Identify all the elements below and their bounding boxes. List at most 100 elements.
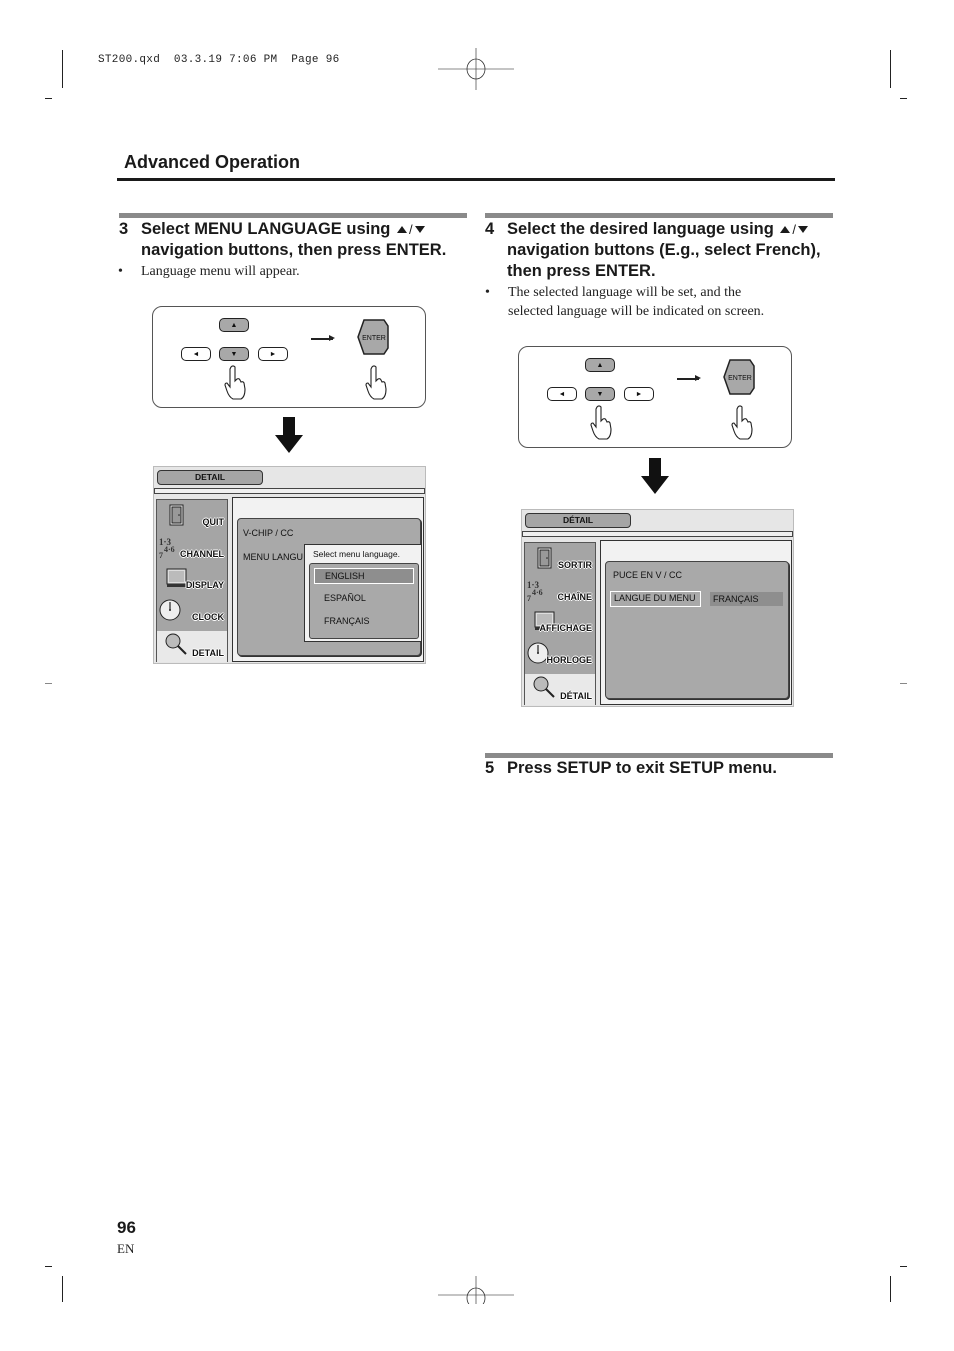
step-heading-text: Select the desired language using: [507, 220, 774, 238]
section-title: Advanced Operation: [124, 152, 301, 172]
osd-side-item-quit: QUIT: [157, 500, 227, 531]
up-triangle-icon: [396, 226, 407, 234]
osd-side-item-detail: DÉTAIL: [525, 674, 595, 705]
enter-key: ENTER: [723, 359, 755, 395]
step-3-heading: 3 Select MENU LANGUAGE using / navigatio…: [119, 219, 479, 263]
pointing-hand-icon: [224, 365, 246, 400]
registration-mark-bottom: [438, 1276, 514, 1304]
svg-text:ENTER: ENTER: [362, 335, 386, 342]
up-triangle-icon: [780, 226, 791, 234]
down-triangle-icon: [414, 226, 425, 234]
crop-mark: [900, 683, 907, 684]
remote-control-illustration: ▲ ◄ ▼ ► ENTER: [518, 346, 792, 448]
step-3-bullet: • Language menu will appear.: [118, 264, 300, 279]
door-icon: [169, 504, 184, 526]
language-option-espanol[interactable]: ESPAÑOL: [314, 591, 414, 607]
svg-text:4·6: 4·6: [532, 588, 543, 597]
page-number: 96: [117, 1218, 136, 1237]
osd-side-item-chaine: 1·3 4·6 7 CHAÎNE: [527, 580, 592, 602]
down-arrow-icon: [275, 417, 303, 453]
crop-mark: [890, 1276, 891, 1302]
pointing-hand-icon: [731, 405, 753, 440]
language-option-francais[interactable]: FRANÇAIS: [314, 614, 414, 630]
crop-mark: [900, 1266, 907, 1267]
step-heading-text: navigation buttons (E.g., select French)…: [507, 241, 821, 259]
svg-text:ENTER: ENTER: [728, 375, 752, 382]
arrow-right-icon: [311, 335, 335, 341]
step-heading-text: Select MENU LANGUAGE using: [141, 220, 391, 238]
step-number: 3: [119, 220, 129, 238]
menu-language-value: FRANÇAIS: [710, 592, 783, 606]
osd-side-item-sortir: SORTIR: [525, 543, 595, 574]
slash: /: [792, 222, 797, 237]
enter-key: ENTER: [357, 319, 389, 355]
osd-side-item-affichage: AFFICHAGE: [525, 606, 595, 637]
step-heading-text: Press SETUP to exit SETUP menu.: [507, 759, 777, 777]
osd-tab-detail: DÉTAIL: [525, 513, 631, 528]
svg-text:7: 7: [159, 551, 163, 558]
osd-setup-screen-french: DÉTAIL SORTIR 1·3 4·6 7 CHAÎNE AFFICHAGE H…: [521, 509, 794, 707]
page-language-code: EN: [117, 1241, 135, 1256]
svg-text:4·6: 4·6: [164, 545, 175, 554]
crop-mark: [45, 683, 52, 684]
pointing-hand-icon: [365, 365, 387, 400]
door-icon: [537, 547, 552, 569]
osd-sidebar: SORTIR 1·3 4·6 7 CHAÎNE AFFICHAGE HORLOGE …: [524, 542, 596, 705]
down-key: ▼: [219, 347, 249, 361]
step-5-heading: 5 Press SETUP to exit SETUP menu.: [485, 758, 845, 780]
down-triangle-icon: [798, 226, 809, 234]
remote-control-illustration: ▲ ◄ ▼ ► ENTER: [152, 306, 426, 408]
left-key: ◄: [547, 387, 577, 401]
language-option-english[interactable]: ENGLISH: [314, 568, 414, 584]
pointing-hand-icon: [590, 405, 612, 440]
osd-tab-detail: DETAIL: [157, 470, 263, 485]
left-key: ◄: [181, 347, 211, 361]
step-number: 4: [485, 220, 495, 238]
osd-side-item-clock: CLOCK: [157, 595, 227, 626]
osd-side-item-horloge: HORLOGE: [525, 638, 595, 669]
osd-main-panel: PUCE EN V / CC LANGUE DU MENU FRANÇAIS: [600, 540, 792, 705]
print-slug: ST200.qxd 03.3.19 7:06 PM Page 96: [98, 54, 340, 66]
magnifier-icon: [533, 676, 555, 698]
crop-mark: [62, 50, 63, 88]
step-4-heading: 4 Select the desired language using / na…: [485, 219, 845, 283]
crop-mark: [890, 50, 891, 88]
magnifier-icon: [165, 633, 187, 655]
osd-row-menu-language[interactable]: LANGUE DU MENU: [610, 591, 701, 607]
crop-mark: [45, 98, 52, 99]
osd-row-menu-language: MENU LANGU: [243, 552, 304, 562]
up-key: ▲: [219, 318, 249, 332]
svg-text:7: 7: [527, 594, 531, 601]
crop-mark: [62, 1276, 63, 1302]
channel-numbers-icon: 1·34·67: [527, 580, 543, 601]
section-rule: [117, 178, 835, 181]
step-number: 5: [485, 759, 495, 777]
osd-side-item-display: DISPLAY: [157, 563, 227, 594]
osd-side-item-detail: DETAIL: [157, 631, 227, 662]
language-popup: Select menu language. ENGLISH ESPAÑOL FR…: [304, 544, 422, 642]
osd-row-vchip: PUCE EN V / CC: [613, 570, 683, 580]
up-key: ▲: [585, 358, 615, 372]
popup-title: Select menu language.: [313, 549, 400, 559]
slash: /: [408, 222, 413, 237]
osd-main-panel: V-CHIP / CC MENU LANGU Select menu langu…: [232, 497, 424, 662]
step-divider: [119, 213, 467, 218]
monitor-icon: [166, 568, 187, 587]
channel-numbers-icon: 1·34·67: [159, 537, 175, 558]
osd-row-vchip: V-CHIP / CC: [243, 528, 294, 538]
crop-mark: [45, 1266, 52, 1267]
down-arrow-icon: [641, 458, 669, 494]
registration-mark-top: [438, 48, 514, 90]
right-key: ►: [258, 347, 288, 361]
clock-icon: [159, 599, 181, 621]
osd-sidebar: QUIT 1·3 4·6 7 CHANNEL DISPLAY CLOCK DETAI…: [156, 499, 228, 662]
step-heading-text: then press ENTER.: [507, 262, 656, 280]
arrow-right-icon: [677, 375, 701, 381]
language-options-list: ENGLISH ESPAÑOL FRANÇAIS: [309, 563, 419, 639]
osd-setup-screen-english: DETAIL QUIT 1·3 4·6 7 CHANNEL DISPLAY CLOC…: [153, 466, 426, 664]
down-key: ▼: [585, 387, 615, 401]
osd-side-item-channel: 1·3 4·6 7 CHANNEL: [159, 537, 224, 559]
step-divider: [485, 213, 833, 218]
right-key: ►: [624, 387, 654, 401]
step-4-bullet: • The selected language will be set, and…: [485, 285, 765, 319]
